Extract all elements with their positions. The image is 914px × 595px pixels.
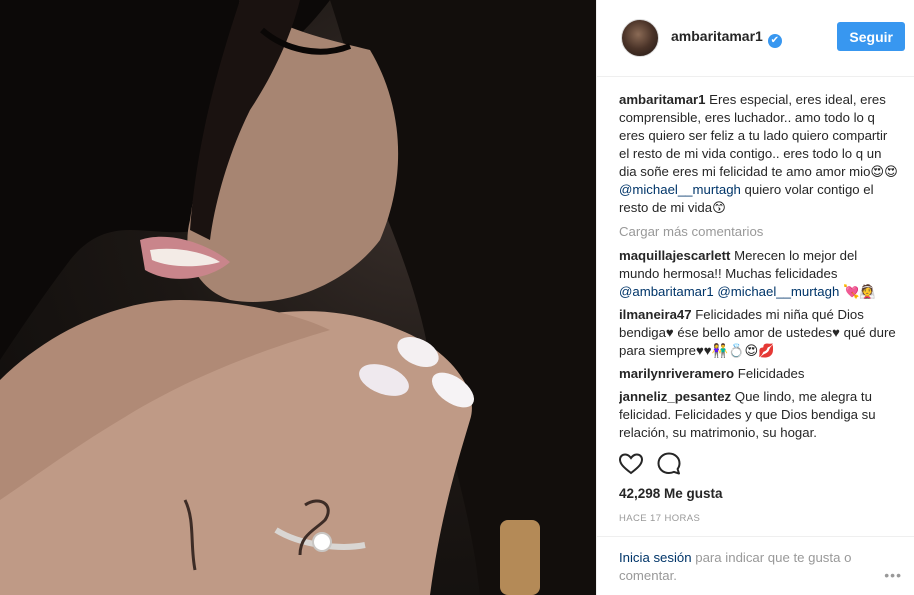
comment-tail: 💘👰 [839, 284, 876, 299]
comment-username[interactable]: marilynriveramero [619, 366, 734, 381]
heart-icon[interactable] [617, 450, 645, 478]
post-sidebar: ambaritamar1 ✔ Seguir ambaritamar1 Eres e… [596, 0, 914, 595]
load-more-comments-button[interactable]: Cargar más comentarios [619, 223, 901, 241]
post-view: ambaritamar1 ✔ Seguir ambaritamar1 Eres e… [0, 0, 914, 595]
likes-count[interactable]: 42,298 Me gusta [619, 486, 723, 501]
login-link[interactable]: Inicia sesión [619, 550, 692, 565]
speech-bubble-icon[interactable] [655, 450, 683, 478]
comment-username[interactable]: janneliz_pesantez [619, 389, 731, 404]
username-link[interactable]: ambaritamar1 ✔ [671, 28, 782, 48]
follow-button[interactable]: Seguir [837, 22, 905, 51]
more-options-icon[interactable]: ••• [884, 567, 902, 583]
avatar[interactable] [621, 19, 659, 57]
login-prompt: Inicia sesión para indicar que te gusta … [597, 536, 914, 585]
comment-mention[interactable]: @michael__murtagh [717, 284, 839, 299]
comment-mention[interactable]: @ambaritamar1 [619, 284, 714, 299]
post-photo[interactable] [0, 0, 596, 595]
caption-mention[interactable]: @michael__murtagh [619, 182, 741, 197]
photo-illustration [0, 0, 596, 595]
caption-username[interactable]: ambaritamar1 [619, 92, 706, 107]
verified-badge-icon: ✔ [767, 34, 782, 48]
caption: ambaritamar1 Eres especial, eres ideal, … [619, 91, 901, 217]
comment-username[interactable]: ilmaneira47 [619, 307, 692, 322]
post-timestamp[interactable]: HACE 17 HORAS [619, 513, 700, 524]
list-item: ilmaneira47 Felicidades mi niña qué Dios… [619, 306, 901, 360]
post-header: ambaritamar1 ✔ Seguir [597, 0, 914, 77]
list-item: maquillajescarlett Merecen lo mejor del … [619, 247, 901, 301]
list-item: janneliz_pesantez Que lindo, me alegra t… [619, 388, 901, 441]
comment-text: Felicidades [737, 366, 805, 381]
comment-username[interactable]: maquillajescarlett [619, 248, 730, 263]
username-text[interactable]: ambaritamar1 [671, 28, 763, 44]
list-item: marilynriveramero Felicidades [619, 365, 901, 383]
action-bar [617, 450, 899, 480]
comments-list: ambaritamar1 Eres especial, eres ideal, … [619, 91, 901, 441]
